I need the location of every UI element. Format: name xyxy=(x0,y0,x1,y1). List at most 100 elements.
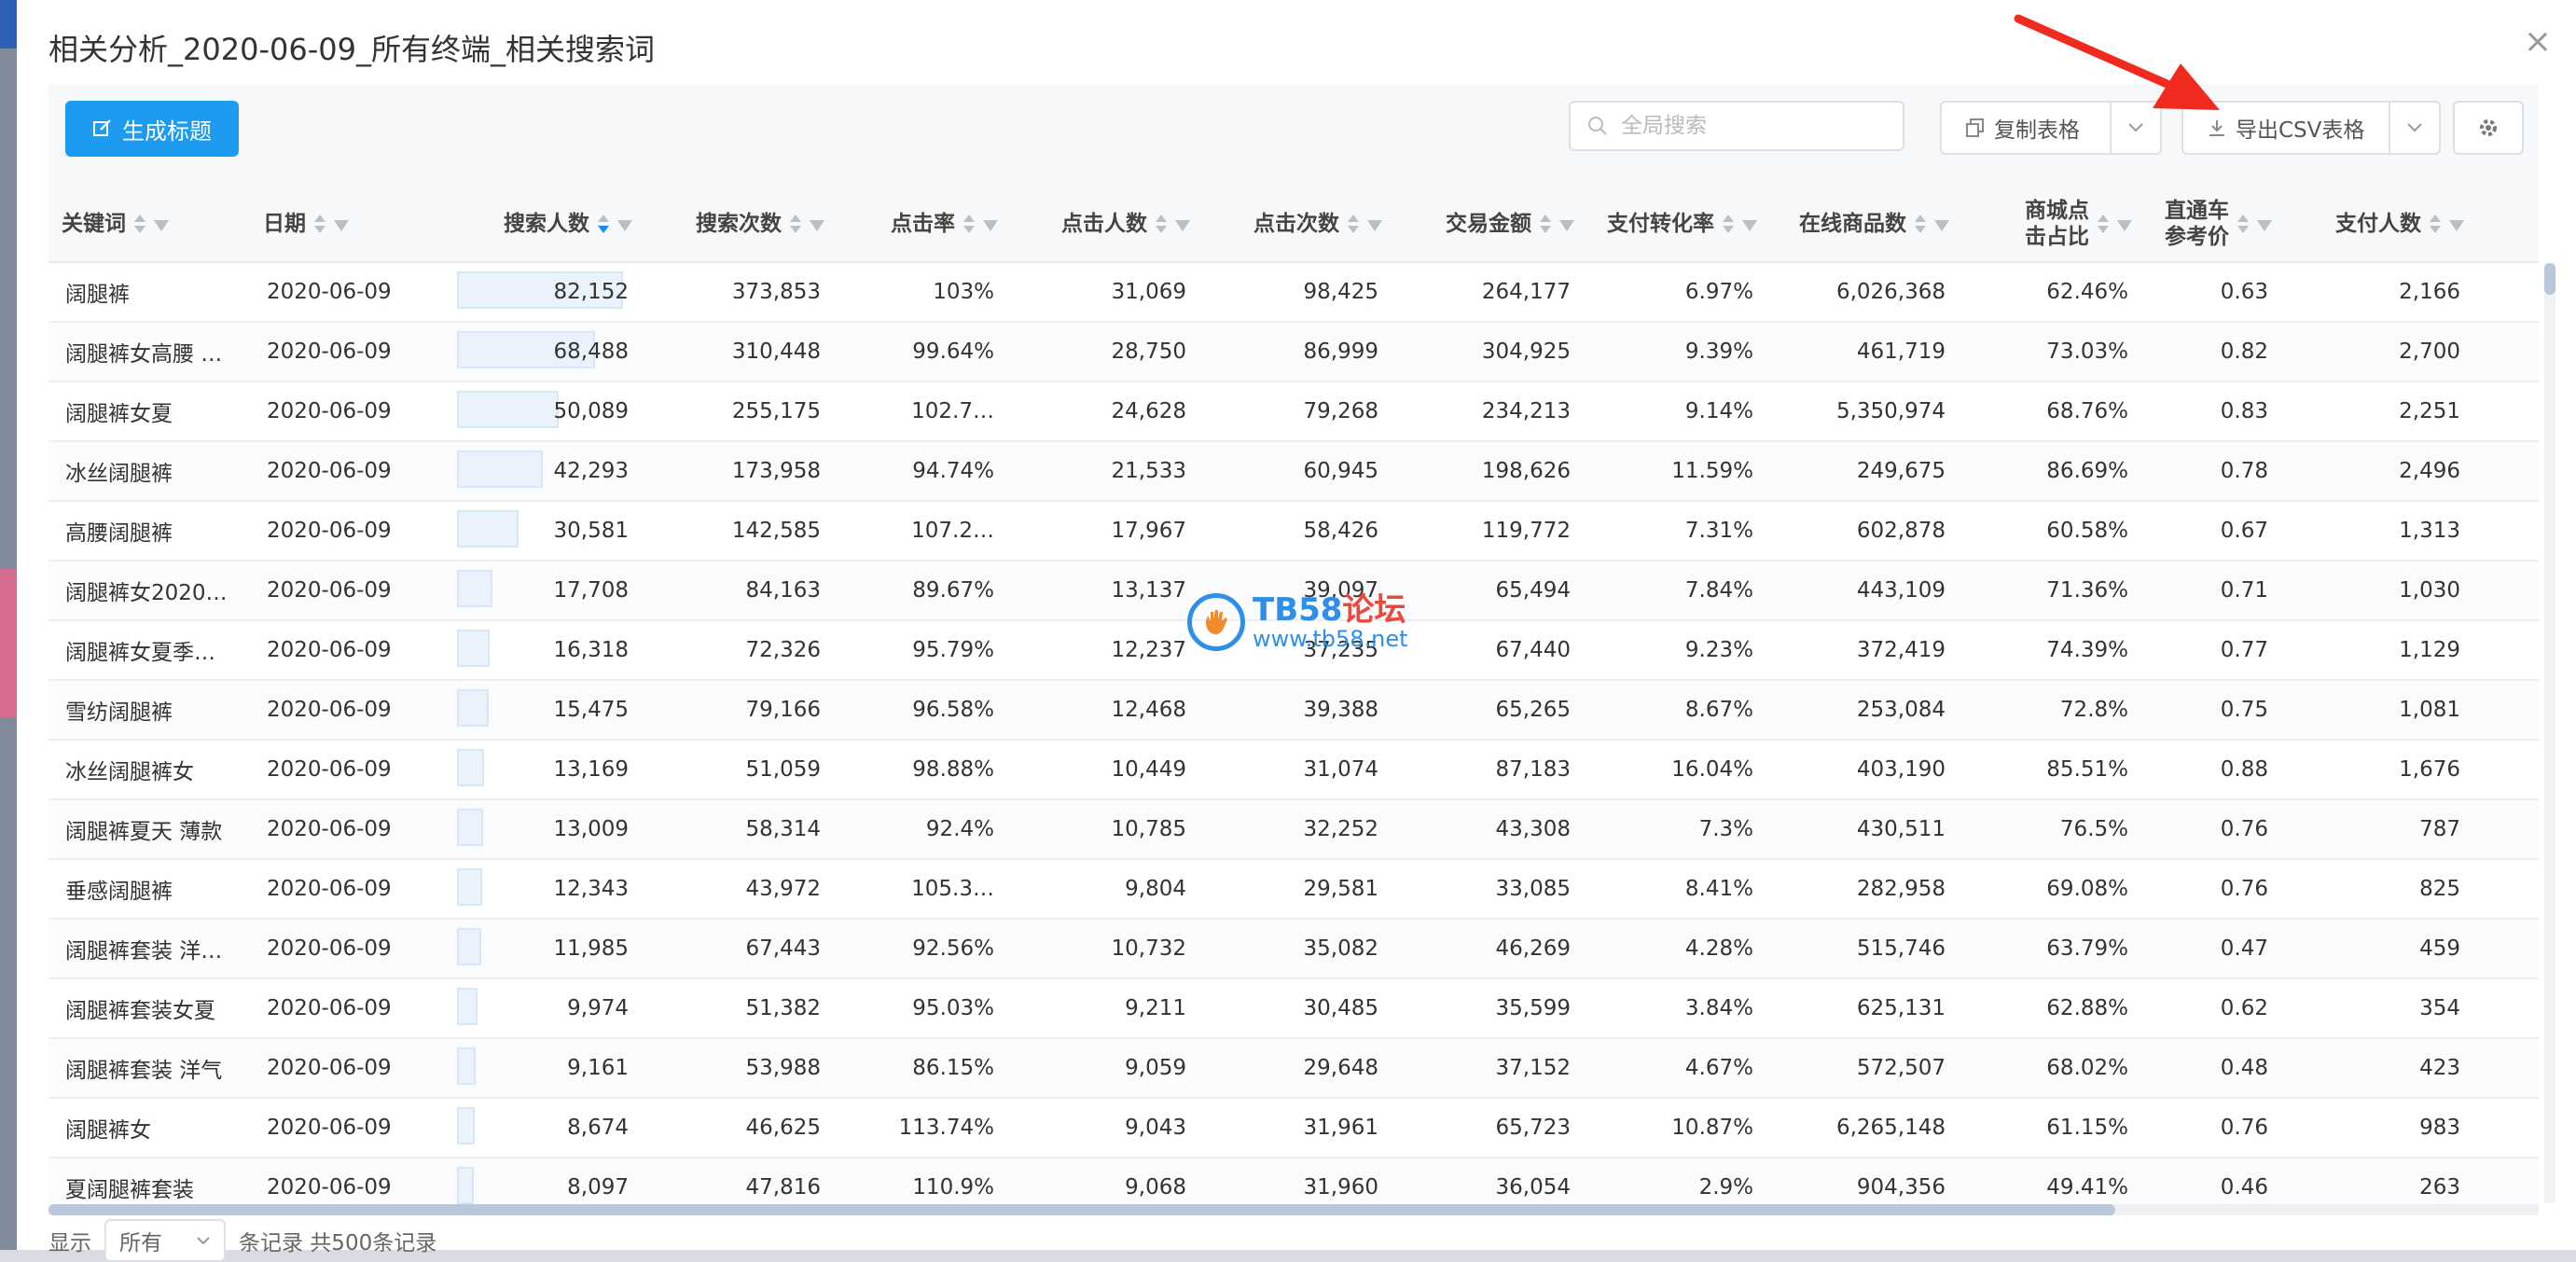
horizontal-scroll-thumb[interactable] xyxy=(48,1204,2115,1215)
search-people-value: 11,985 xyxy=(553,936,629,961)
table-row[interactable]: 垂感阔腿裤 2020-06-09 12,343 43,972 105.3… 9,804 29… xyxy=(48,859,2539,920)
column-header-10[interactable]: 商城点 击占比 xyxy=(1962,187,2145,263)
sort-icon[interactable] xyxy=(2237,214,2250,234)
search-people-value: 17,708 xyxy=(553,578,629,603)
horizontal-scrollbar[interactable] xyxy=(48,1204,2539,1215)
column-header-4[interactable]: 点击率 xyxy=(838,187,1011,263)
filter-icon[interactable] xyxy=(810,220,824,231)
table-row[interactable]: 阔腿裤 2020-06-09 82,152 373,853 103% 31,069 98,4… xyxy=(48,262,2539,323)
table-row[interactable]: 阔腿裤套装女夏 2020-06-09 9,974 51,382 95.03% 9,211 3… xyxy=(48,978,2539,1039)
vertical-scroll-thumb[interactable] xyxy=(2544,263,2555,295)
column-header-3[interactable]: 搜索次数 xyxy=(645,187,838,263)
chevron-down-icon xyxy=(2407,123,2422,132)
table-row[interactable]: 阔腿裤女 2020-06-09 8,674 46,625 113.74% 9,043 31,… xyxy=(48,1098,2539,1158)
settings-button[interactable] xyxy=(2453,101,2524,155)
table-cell: 11,985 xyxy=(444,919,645,979)
column-header-13[interactable]: 客 xyxy=(2477,187,2539,263)
page-size-select[interactable]: 所有 xyxy=(104,1219,226,1262)
table-cell: 12,237 xyxy=(1011,620,1203,681)
search-people-value: 15,475 xyxy=(553,698,629,722)
sort-icon[interactable] xyxy=(2429,214,2442,234)
table-cell: 1,676 xyxy=(2285,740,2477,800)
page-backdrop xyxy=(0,0,17,1250)
column-header-label: 搜索次数 xyxy=(696,212,782,236)
export-csv-dropdown[interactable] xyxy=(2389,103,2439,153)
column-header-7[interactable]: 交易金额 xyxy=(1395,187,1587,263)
table-cell: 21,533 xyxy=(1011,441,1203,502)
table-row[interactable]: 阔腿裤套装 洋气 2020-06-09 9,161 53,988 86.15% 9,059… xyxy=(48,1038,2539,1099)
filter-icon[interactable] xyxy=(1559,220,1574,231)
sort-icon[interactable] xyxy=(789,214,802,234)
table-cell: 2020-06-09 xyxy=(250,620,444,681)
table-cell: 2020-06-09 xyxy=(250,561,444,621)
filter-icon[interactable] xyxy=(2257,220,2272,231)
sort-icon[interactable] xyxy=(133,214,146,234)
table-cell: 0.62 xyxy=(2145,978,2285,1039)
filter-icon[interactable] xyxy=(154,220,169,231)
filter-icon[interactable] xyxy=(2449,220,2464,231)
search-input[interactable] xyxy=(1619,113,1893,139)
filter-icon[interactable] xyxy=(1742,220,1757,231)
sort-icon[interactable] xyxy=(963,214,976,234)
table-cell: 86.15% xyxy=(838,1038,1011,1099)
table-row[interactable]: 阔腿裤女高腰 … 2020-06-09 68,488 310,448 99.64% 28,… xyxy=(48,322,2539,382)
filter-icon[interactable] xyxy=(983,220,998,231)
column-header-5[interactable]: 点击人数 xyxy=(1011,187,1203,263)
search-people-bar xyxy=(457,391,559,428)
table-row[interactable]: 雪纺阔腿裤 2020-06-09 15,475 79,166 96.58% 12,468 3… xyxy=(48,680,2539,741)
sort-icon[interactable] xyxy=(1539,214,1552,234)
column-header-6[interactable]: 点击次数 xyxy=(1203,187,1395,263)
generate-title-button[interactable]: 生成标题 xyxy=(65,101,239,157)
column-header-9[interactable]: 在线商品数 xyxy=(1770,187,1962,263)
search-people-value: 9,974 xyxy=(567,996,629,1020)
filter-icon[interactable] xyxy=(1934,220,1949,231)
table-cell: 103% xyxy=(838,262,1011,323)
column-header-label: 商城点 击占比 xyxy=(2025,199,2089,249)
table-cell: 0.76 xyxy=(2145,799,2285,860)
sort-icon[interactable] xyxy=(597,214,610,234)
table-row[interactable]: 冰丝阔腿裤女 2020-06-09 13,169 51,059 98.88% 10,449… xyxy=(48,740,2539,800)
table-row[interactable]: 冰丝阔腿裤 2020-06-09 42,293 173,958 94.74% 21,533… xyxy=(48,441,2539,502)
table-row[interactable]: 阔腿裤套装 洋… 2020-06-09 11,985 67,443 92.56% 10,7… xyxy=(48,919,2539,979)
sort-icon[interactable] xyxy=(2097,214,2110,234)
filter-icon[interactable] xyxy=(1175,220,1190,231)
modal-title: 相关分析_2020-06-09_所有终端_相关搜索词 xyxy=(48,32,655,67)
search-people-value: 8,097 xyxy=(567,1175,629,1200)
column-header-1[interactable]: 日期 xyxy=(250,187,444,263)
table-cell: 7.3% xyxy=(1587,799,1770,860)
sort-icon[interactable] xyxy=(1155,214,1168,234)
table-cell: 9.14% xyxy=(1587,381,1770,442)
sort-icon[interactable] xyxy=(1347,214,1360,234)
table-cell: 阔腿裤女2020… xyxy=(48,561,250,621)
table-cell xyxy=(2477,1098,2539,1158)
sort-icon[interactable] xyxy=(313,214,326,234)
column-header-11[interactable]: 直通车 参考价 xyxy=(2145,187,2285,263)
filter-icon[interactable] xyxy=(2117,220,2132,231)
column-header-2[interactable]: 搜索人数 xyxy=(444,187,645,263)
column-header-0[interactable]: 关键词 xyxy=(48,187,250,263)
table-row[interactable]: 阔腿裤女夏 2020-06-09 50,089 255,175 102.7… 24,628… xyxy=(48,381,2539,442)
table-cell: 423 xyxy=(2285,1038,2477,1099)
sort-icon[interactable] xyxy=(1914,214,1927,234)
filter-icon[interactable] xyxy=(617,220,632,231)
table-cell: 62.88% xyxy=(1962,978,2145,1039)
table-cell: 142,585 xyxy=(645,501,838,562)
table-row[interactable]: 阔腿裤夏天 薄款 2020-06-09 13,009 58,314 92.4% 10,78… xyxy=(48,799,2539,860)
filter-icon[interactable] xyxy=(1367,220,1382,231)
table-cell: 37,152 xyxy=(1395,1038,1587,1099)
table-row[interactable]: 高腰阔腿裤 2020-06-09 30,581 142,585 107.2… 17,967… xyxy=(48,501,2539,562)
table-cell: 68.02% xyxy=(1962,1038,2145,1099)
watermark: TB58论坛 www.tb58.net xyxy=(1187,593,1408,651)
table-cell: 0.67 xyxy=(2145,501,2285,562)
table-cell: 249,675 xyxy=(1770,441,1962,502)
table-cell: 304,925 xyxy=(1395,322,1587,382)
vertical-scrollbar[interactable] xyxy=(2544,263,2555,1203)
table-cell: 阔腿裤女夏季… xyxy=(48,620,250,681)
close-icon[interactable]: × xyxy=(2522,25,2554,59)
table-cell: 430,511 xyxy=(1770,799,1962,860)
filter-icon[interactable] xyxy=(334,220,349,231)
column-header-8[interactable]: 支付转化率 xyxy=(1587,187,1770,263)
sort-icon[interactable] xyxy=(1722,214,1735,234)
column-header-12[interactable]: 支付人数 xyxy=(2285,187,2477,263)
global-search[interactable] xyxy=(1569,101,1904,151)
